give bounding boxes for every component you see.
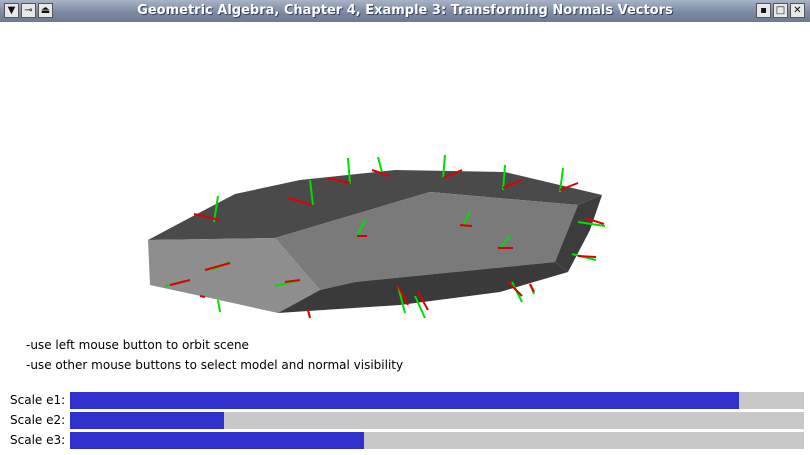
slider-row-e2: Scale e2: — [0, 410, 810, 430]
slider-label-e1: Scale e1: — [10, 393, 66, 407]
slider-e2[interactable] — [70, 412, 804, 429]
close-icon[interactable]: ✕ — [790, 3, 805, 18]
maximize-icon[interactable]: □ — [773, 3, 788, 18]
app-window: ▼ ⊸ ⏏ Geometric Algebra, Chapter 4, Exam… — [0, 0, 810, 455]
pin-icon[interactable]: ⊸ — [21, 3, 36, 18]
tangent-line-10 — [459, 224, 473, 227]
3d-viewport[interactable] — [0, 22, 810, 322]
shade-icon[interactable]: ⏏ — [38, 3, 53, 18]
slider-fill-e1 — [70, 392, 740, 409]
slider-e3[interactable] — [70, 432, 804, 449]
window-title: Geometric Algebra, Chapter 4, Example 3:… — [137, 3, 673, 18]
slider-row-e1: Scale e1: — [0, 390, 810, 410]
slider-label-e2: Scale e2: — [10, 413, 66, 427]
slider-label-e3: Scale e3: — [10, 433, 66, 447]
menu-icon[interactable]: ▼ — [4, 3, 19, 18]
slider-row-e3: Scale e3: — [0, 430, 810, 450]
hint-select: -use other mouse buttons to select model… — [26, 358, 404, 372]
slider-fill-e2 — [70, 412, 225, 429]
tangent-line-19 — [199, 295, 206, 298]
title-bar[interactable]: ▼ ⊸ ⏏ Geometric Algebra, Chapter 4, Exam… — [0, 0, 810, 23]
slider-e1[interactable] — [70, 392, 804, 409]
tangent-line-8 — [577, 255, 597, 258]
hint-orbit: -use left mouse button to orbit scene — [26, 338, 249, 352]
minimize-icon[interactable]: ▪ — [756, 3, 771, 18]
slider-fill-e3 — [70, 432, 365, 449]
